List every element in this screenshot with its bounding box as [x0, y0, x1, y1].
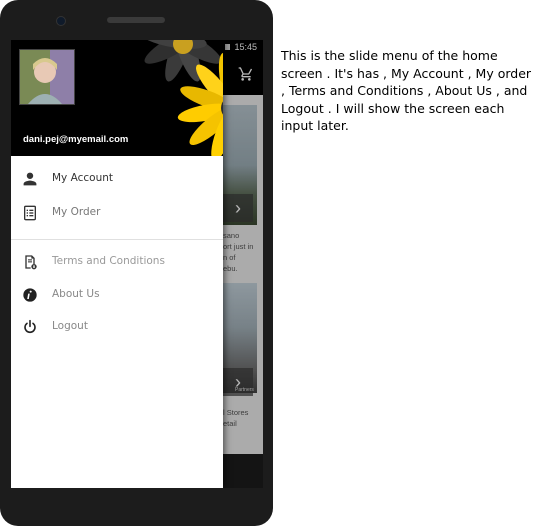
- menu-divider: [11, 239, 223, 240]
- navigation-drawer: dani.pej@myemail.com My Account My Order: [11, 40, 223, 488]
- menu-item-my-account[interactable]: My Account: [11, 164, 223, 194]
- menu-item-terms[interactable]: Terms and Conditions: [11, 247, 223, 277]
- speaker-grille: [107, 17, 165, 23]
- menu-label: About Us: [52, 288, 100, 300]
- avatar[interactable]: [19, 49, 75, 105]
- menu-item-my-order[interactable]: My Order: [11, 198, 223, 228]
- profile-photo: [20, 50, 74, 104]
- info-icon: [23, 288, 37, 302]
- front-camera: [56, 16, 66, 26]
- drawer-header: dani.pej@myemail.com: [11, 40, 223, 156]
- menu-item-about-us[interactable]: About Us: [11, 280, 223, 310]
- menu-label: My Order: [52, 206, 101, 218]
- phone-screen: 15:45 › sano ort just in n of ebu. › Par…: [11, 40, 263, 488]
- menu-label: Terms and Conditions: [52, 255, 165, 267]
- phone-frame: 15:45 › sano ort just in n of ebu. › Par…: [0, 0, 273, 526]
- user-email: dani.pej@myemail.com: [23, 134, 129, 145]
- menu-label: Logout: [52, 320, 88, 332]
- description-text: This is the slide menu of the home scree…: [281, 48, 532, 133]
- order-list-icon: [24, 205, 36, 221]
- menu-label: My Account: [52, 172, 114, 184]
- person-icon: [23, 172, 37, 186]
- power-icon: [24, 319, 36, 334]
- document-icon: [25, 255, 37, 270]
- menu-item-logout[interactable]: Logout: [11, 312, 223, 342]
